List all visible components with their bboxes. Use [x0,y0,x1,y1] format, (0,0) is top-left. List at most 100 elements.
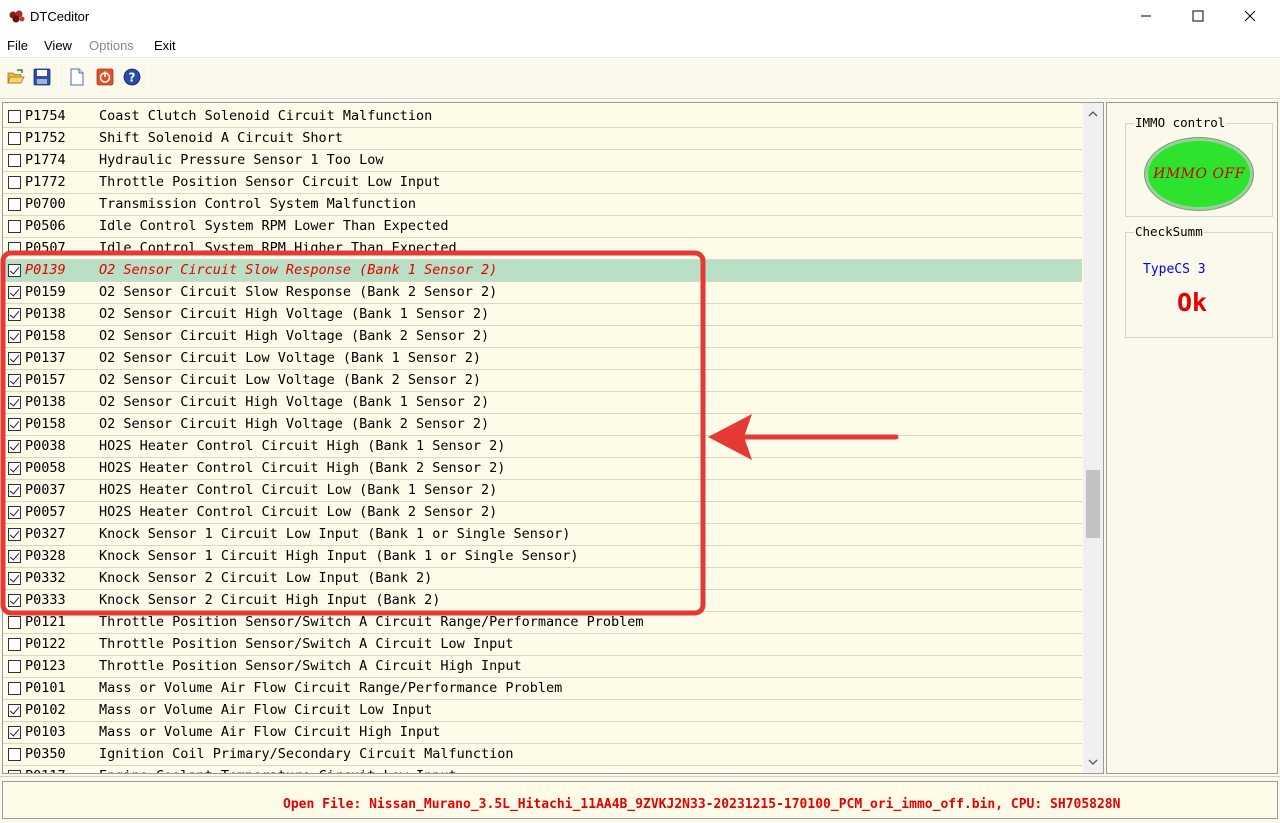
dtc-row[interactable]: P1772 Throttle Position Sensor Circuit Lo… [3,172,1082,194]
menu-options[interactable]: Options [89,38,134,53]
dtc-checkbox[interactable] [8,396,21,409]
dtc-checkbox[interactable] [8,330,21,343]
scroll-up-button[interactable] [1083,103,1103,125]
close-icon [1244,10,1256,22]
dtc-checkbox[interactable] [8,770,21,773]
dtc-row[interactable]: P1754 Coast Clutch Solenoid Circuit Malfu… [3,106,1082,128]
dtc-checkbox[interactable] [8,616,21,629]
dtc-row[interactable]: P0121 Throttle Position Sensor/Switch A C… [3,612,1082,634]
dtc-code: P0158 [25,416,66,432]
dtc-row[interactable]: P0038 HO2S Heater Control Circuit High (B… [3,436,1082,458]
dtc-checkbox[interactable] [8,572,21,585]
help-button[interactable]: ? [122,67,142,87]
dtc-checkbox[interactable] [8,352,21,365]
scroll-down-button[interactable] [1083,751,1103,773]
dtc-description: Hydraulic Pressure Sensor 1 Too Low [99,152,384,168]
dtc-checkbox[interactable] [8,682,21,695]
dtc-row[interactable]: P0157 O2 Sensor Circuit Low Voltage (Bank… [3,370,1082,392]
dtc-checkbox[interactable] [8,242,21,255]
dtc-code: P0038 [25,438,66,454]
dtc-description: Knock Sensor 2 Circuit High Input (Bank … [99,592,441,608]
dtc-row[interactable]: P0123 Throttle Position Sensor/Switch A C… [3,656,1082,678]
close-button[interactable] [1224,0,1276,32]
dtc-description: Idle Control System RPM Lower Than Expec… [99,218,449,234]
dtc-row[interactable]: P0102 Mass or Volume Air Flow Circuit Low… [3,700,1082,722]
dtc-row[interactable]: P0507 Idle Control System RPM Higher Than… [3,238,1082,260]
menu-exit[interactable]: Exit [154,38,176,53]
dtc-row[interactable]: P0117 Engine Coolant Temperature Circuit … [3,766,1082,773]
dtc-row[interactable]: P0037 HO2S Heater Control Circuit Low (Ba… [3,480,1082,502]
menu-file[interactable]: File [7,38,28,53]
status-bar: Open File: Nissan_Murano_3.5L_Hitachi_11… [0,776,1280,823]
dtc-row[interactable]: P0158 O2 Sensor Circuit High Voltage (Ban… [3,326,1082,348]
maximize-button[interactable] [1172,0,1224,32]
save-button[interactable] [32,67,52,87]
menu-bar: File View Options Exit [0,34,1280,58]
dtc-checkbox[interactable] [8,110,21,123]
dtc-row[interactable]: P0057 HO2S Heater Control Circuit Low (Ba… [3,502,1082,524]
dtc-checkbox[interactable] [8,154,21,167]
dtc-checkbox[interactable] [8,748,21,761]
dtc-description: O2 Sensor Circuit High Voltage (Bank 2 S… [99,416,490,432]
dtc-row[interactable]: P0328 Knock Sensor 1 Circuit High Input (… [3,546,1082,568]
dtc-checkbox[interactable] [8,462,21,475]
menu-view[interactable]: View [44,38,72,53]
dtc-row[interactable]: P0333 Knock Sensor 2 Circuit High Input (… [3,590,1082,612]
dtc-description: Idle Control System RPM Higher Than Expe… [99,240,457,256]
dtc-description: O2 Sensor Circuit High Voltage (Bank 1 S… [99,394,490,410]
dtc-checkbox[interactable] [8,726,21,739]
dtc-checkbox[interactable] [8,440,21,453]
toolbar-separator [148,65,149,91]
dtc-row[interactable]: P0138 O2 Sensor Circuit High Voltage (Ban… [3,392,1082,414]
dtc-row[interactable]: P0700 Transmission Control System Malfunc… [3,194,1082,216]
dtc-checkbox[interactable] [8,264,21,277]
dtc-code: P0102 [25,702,66,718]
dtc-row[interactable]: P0158 O2 Sensor Circuit High Voltage (Ban… [3,414,1082,436]
dtc-row[interactable]: P0138 O2 Sensor Circuit High Voltage (Ban… [3,304,1082,326]
dtc-row[interactable]: P0139 O2 Sensor Circuit Slow Response (Ba… [3,260,1082,282]
power-button[interactable] [95,67,115,87]
dtc-checkbox[interactable] [8,286,21,299]
dtc-checkbox[interactable] [8,418,21,431]
maximize-icon [1192,10,1204,22]
scroll-thumb[interactable] [1086,470,1100,538]
dtc-checkbox[interactable] [8,374,21,387]
dtc-checkbox[interactable] [8,550,21,563]
minimize-button[interactable] [1120,0,1172,32]
dtc-row[interactable]: P1774 Hydraulic Pressure Sensor 1 Too Low [3,150,1082,172]
dtc-checkbox[interactable] [8,176,21,189]
dtc-row[interactable]: P1752 Shift Solenoid A Circuit Short [3,128,1082,150]
dtc-row[interactable]: P0101 Mass or Volume Air Flow Circuit Ran… [3,678,1082,700]
dtc-checkbox[interactable] [8,638,21,651]
dtc-row[interactable]: P0058 HO2S Heater Control Circuit High (B… [3,458,1082,480]
dtc-row[interactable]: P0159 O2 Sensor Circuit Slow Response (Ba… [3,282,1082,304]
dtc-row[interactable]: P0506 Idle Control System RPM Lower Than … [3,216,1082,238]
dtc-checkbox[interactable] [8,132,21,145]
dtc-row[interactable]: P0137 O2 Sensor Circuit Low Voltage (Bank… [3,348,1082,370]
dtc-code: P0333 [25,592,66,608]
dtc-checkbox[interactable] [8,506,21,519]
dtc-checkbox[interactable] [8,484,21,497]
immo-off-button[interactable]: ИММО OFF [1145,138,1253,210]
dtc-checkbox[interactable] [8,308,21,321]
dtc-row[interactable]: P0122 Throttle Position Sensor/Switch A C… [3,634,1082,656]
dtc-description: O2 Sensor Circuit High Voltage (Bank 1 S… [99,306,490,322]
checksum-type-label: TypeCS 3 [1143,262,1206,277]
window-title: DTCeditor [30,9,90,24]
new-button[interactable] [67,67,87,87]
dtc-description: Knock Sensor 2 Circuit Low Input (Bank 2… [99,570,433,586]
open-button[interactable] [6,67,26,87]
dtc-list-panel: P1754 Coast Clutch Solenoid Circuit Malfu… [2,102,1104,774]
dtc-row[interactable]: P0350 Ignition Coil Primary/Secondary Cir… [3,744,1082,766]
dtc-row[interactable]: P0103 Mass or Volume Air Flow Circuit Hig… [3,722,1082,744]
dtc-checkbox[interactable] [8,660,21,673]
dtc-checkbox[interactable] [8,704,21,717]
vertical-scrollbar[interactable] [1083,103,1103,773]
dtc-row[interactable]: P0327 Knock Sensor 1 Circuit Low Input (B… [3,524,1082,546]
title-bar: DTCeditor [0,0,1280,34]
dtc-checkbox[interactable] [8,594,21,607]
dtc-checkbox[interactable] [8,198,21,211]
dtc-checkbox[interactable] [8,528,21,541]
dtc-row[interactable]: P0332 Knock Sensor 2 Circuit Low Input (B… [3,568,1082,590]
dtc-checkbox[interactable] [8,220,21,233]
